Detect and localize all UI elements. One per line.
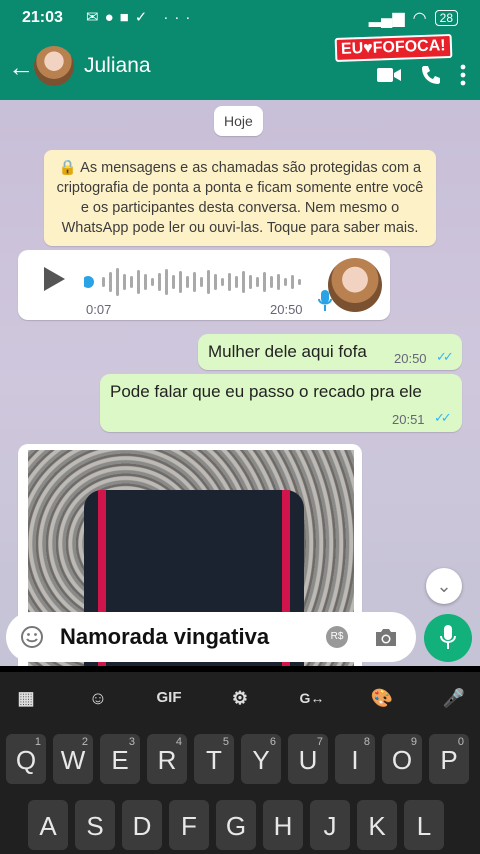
- key-number: 2: [81, 736, 88, 748]
- lock-icon: 🔒: [58, 160, 81, 176]
- more-options-icon[interactable]: [460, 64, 466, 86]
- key-k[interactable]: K: [357, 800, 397, 850]
- key-label: I: [351, 745, 359, 775]
- key-u[interactable]: U7: [288, 734, 328, 784]
- key-number: 5: [222, 736, 229, 748]
- settings-gear-icon[interactable]: ⚙: [224, 682, 256, 714]
- voice-input-icon[interactable]: 🎤: [438, 682, 470, 714]
- message-bubble[interactable]: Mulher dele aqui fofa 20:50 ✓✓: [198, 334, 462, 370]
- key-number: 4: [175, 736, 182, 748]
- key-f[interactable]: F: [169, 800, 209, 850]
- date-chip: Hoje: [214, 106, 263, 136]
- key-number: 8: [363, 736, 370, 748]
- key-g[interactable]: G: [216, 800, 256, 850]
- avatar[interactable]: [34, 46, 74, 86]
- wifi-icon: ◠: [412, 10, 427, 27]
- key-number: 0: [457, 736, 464, 748]
- key-label: E: [111, 745, 129, 775]
- key-t[interactable]: T5: [194, 734, 234, 784]
- key-label: F: [181, 811, 197, 841]
- system-icons: ▂▄▆ ◠ 28: [369, 8, 458, 28]
- key-number: 1: [34, 736, 41, 748]
- keyboard-toolbar: ▦ ☺ GIF ⚙ G↔ 🎨 🎤: [0, 672, 480, 724]
- key-r[interactable]: R4: [147, 734, 187, 784]
- key-q[interactable]: Q1: [6, 734, 46, 784]
- keyboard: Q1 W2 E3 R4 T5 Y6 U7 I8 O9 P0 A S D F G …: [0, 724, 480, 854]
- payment-icon[interactable]: R$: [326, 626, 348, 648]
- key-number: 3: [128, 736, 135, 748]
- key-label: D: [132, 811, 152, 841]
- voice-time: 20:50: [270, 302, 303, 317]
- apps-grid-icon[interactable]: ▦: [10, 682, 42, 714]
- encryption-notice-text: As mensagens e as chamadas são protegida…: [56, 160, 424, 236]
- contact-name[interactable]: Juliana: [84, 54, 151, 78]
- message-input[interactable]: Namorada vingativa: [60, 624, 269, 650]
- microphone-icon: [440, 625, 456, 649]
- key-label: A: [39, 811, 57, 841]
- sticker-icon[interactable]: ☺: [82, 682, 114, 714]
- key-label: L: [416, 811, 432, 841]
- key-label: H: [273, 811, 293, 841]
- theme-palette-icon[interactable]: 🎨: [366, 682, 398, 714]
- battery-icon: 28: [434, 10, 458, 26]
- key-label: U: [298, 745, 318, 775]
- key-e[interactable]: E3: [100, 734, 140, 784]
- message-time: 20:51: [392, 412, 425, 427]
- key-o[interactable]: O9: [382, 734, 422, 784]
- key-i[interactable]: I8: [335, 734, 375, 784]
- voice-call-icon[interactable]: [420, 64, 442, 86]
- key-j[interactable]: J: [310, 800, 350, 850]
- emoji-icon[interactable]: [20, 625, 44, 654]
- key-label: R: [157, 745, 177, 775]
- encryption-notice[interactable]: 🔒 As mensagens e as chamadas são protegi…: [44, 150, 436, 246]
- key-p[interactable]: P0: [429, 734, 469, 784]
- gif-button[interactable]: GIF: [152, 682, 186, 714]
- message-time: 20:50: [394, 351, 427, 366]
- chat-area[interactable]: Hoje 🔒 As mensagens e as chamadas são pr…: [0, 100, 480, 666]
- key-label: S: [86, 811, 104, 841]
- notification-icons: ✉●■✓ ···: [86, 9, 197, 26]
- key-label: Q: [15, 745, 37, 775]
- chat-header: ← Juliana EU♥FOFOCA!: [0, 33, 480, 100]
- key-label: G: [225, 811, 247, 841]
- camera-icon[interactable]: [374, 626, 398, 653]
- message-bubble[interactable]: Pode falar que eu passo o recado pra ele…: [100, 374, 462, 432]
- message-text: Mulher dele aqui fofa: [208, 342, 367, 361]
- message-text: Pode falar que eu passo o recado pra ele: [110, 382, 422, 401]
- clock: 21:03: [22, 9, 63, 26]
- key-label: W: [60, 745, 86, 775]
- sender-avatar: [328, 258, 382, 312]
- header-actions: [376, 48, 466, 86]
- key-l[interactable]: L: [404, 800, 444, 850]
- key-y[interactable]: Y6: [241, 734, 281, 784]
- key-d[interactable]: D: [122, 800, 162, 850]
- read-ticks-icon: ✓✓: [434, 410, 452, 425]
- key-label: T: [206, 745, 222, 775]
- audio-waveform[interactable]: [84, 264, 334, 300]
- record-voice-button[interactable]: [424, 614, 472, 662]
- key-s[interactable]: S: [75, 800, 115, 850]
- scroll-down-icon[interactable]: ⌄: [426, 568, 462, 604]
- key-label: O: [391, 745, 413, 775]
- status-bar: 21:03 ✉●■✓ ··· ▂▄▆ ◠ 28: [0, 0, 480, 36]
- key-h[interactable]: H: [263, 800, 303, 850]
- message-input-bar[interactable]: Namorada vingativa R$: [6, 612, 416, 662]
- play-icon[interactable]: [42, 266, 66, 297]
- voice-duration: 0:07: [86, 302, 112, 317]
- back-arrow-icon[interactable]: ←: [8, 52, 34, 83]
- key-label: Y: [252, 745, 270, 775]
- voice-message: 0:07 20:50: [18, 250, 390, 320]
- key-label: J: [323, 811, 337, 841]
- key-number: 9: [410, 736, 417, 748]
- read-ticks-icon: ✓✓: [436, 349, 454, 364]
- video-call-icon[interactable]: [376, 65, 402, 85]
- translate-icon[interactable]: G↔: [296, 682, 328, 714]
- key-w[interactable]: W2: [53, 734, 93, 784]
- key-label: P: [440, 745, 458, 775]
- key-a[interactable]: A: [28, 800, 68, 850]
- key-number: 6: [269, 736, 276, 748]
- key-label: K: [368, 811, 386, 841]
- signal-icon: ▂▄▆: [368, 10, 405, 27]
- key-number: 7: [316, 736, 323, 748]
